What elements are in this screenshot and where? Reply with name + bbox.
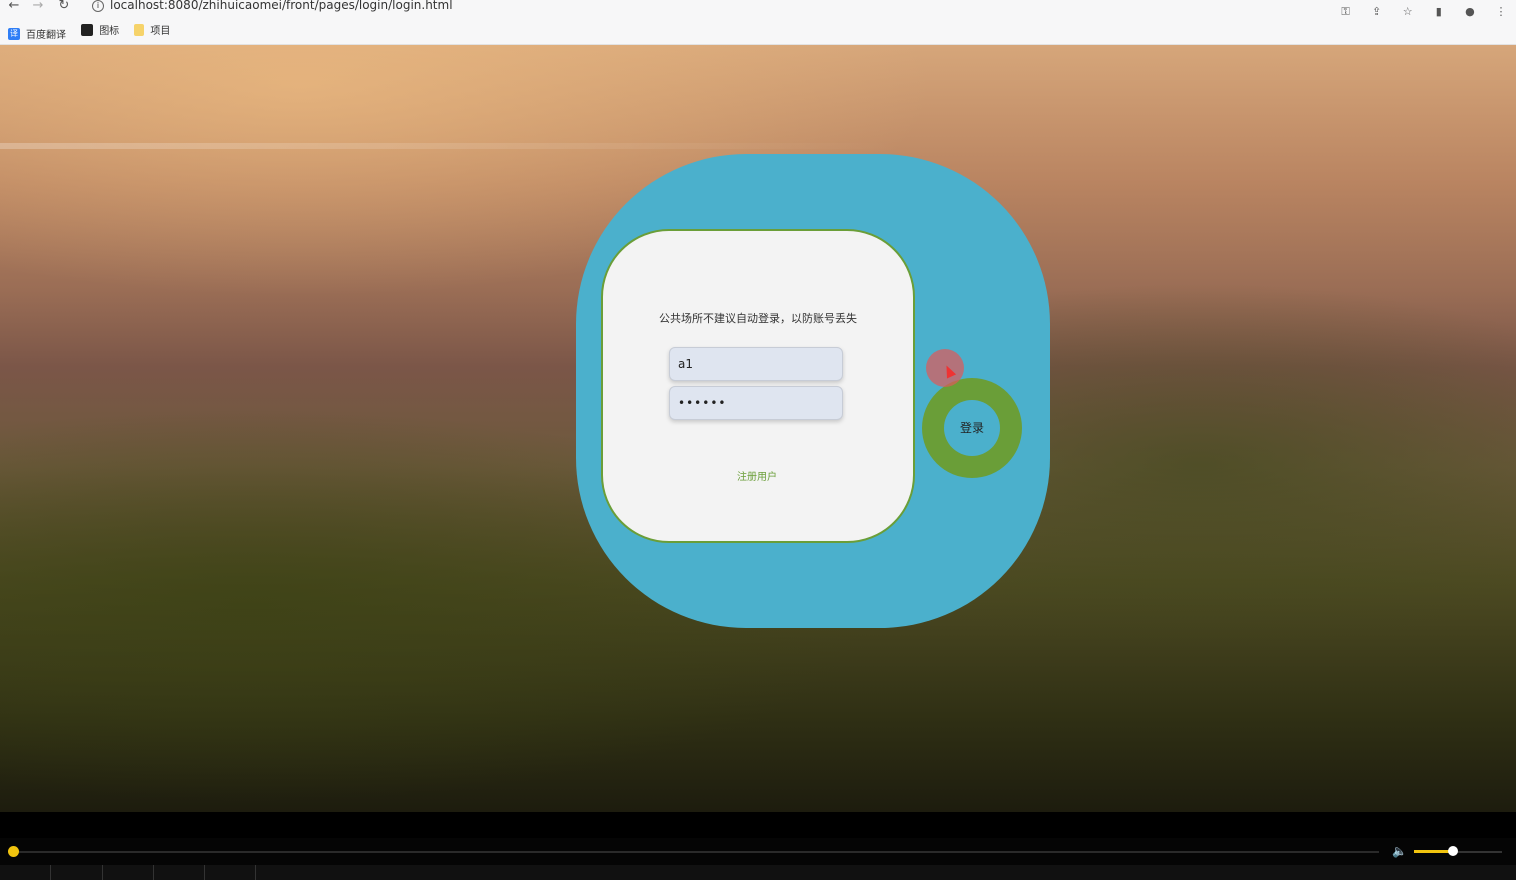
toolbar-right-icons: ⚿ ⇪ ☆ ▮ ● ⋮: [1329, 0, 1510, 18]
browser-toolbar: ← → ↻ i localhost:8080/zhihuicaomei/front…: [0, 0, 1516, 45]
control-divider: [255, 865, 256, 880]
forward-icon[interactable]: →: [30, 0, 46, 12]
share-icon[interactable]: ⇪: [1368, 6, 1386, 18]
back-icon[interactable]: ←: [6, 0, 22, 12]
bookmark-baidu-fanyi[interactable]: 译百度翻译: [8, 26, 66, 41]
volume-knob[interactable]: [1448, 846, 1458, 856]
menu-icon[interactable]: ⋮: [1492, 6, 1510, 18]
folder-icon: [134, 23, 145, 36]
player-controls-strip: [0, 865, 1516, 880]
profile-icon[interactable]: ●: [1461, 6, 1479, 18]
control-divider: [102, 865, 103, 880]
username-input[interactable]: [669, 347, 843, 381]
video-player-bar: 🔈: [0, 812, 1516, 880]
bookmark-xiangmu[interactable]: 项目: [134, 22, 170, 37]
login-button[interactable]: 登录: [944, 400, 1000, 456]
bookmarks-bar: 译百度翻译 图标 项目: [8, 22, 182, 41]
volume-icon[interactable]: 🔈: [1392, 844, 1408, 858]
seek-bar[interactable]: [13, 851, 1379, 853]
address-row: ← → ↻ i localhost:8080/zhihuicaomei/front…: [0, 0, 1516, 18]
control-divider: [50, 865, 51, 880]
control-divider: [153, 865, 154, 880]
tubiao-icon: [81, 23, 94, 36]
bookmark-tubiao[interactable]: 图标: [81, 22, 119, 37]
star-icon[interactable]: ☆: [1399, 6, 1417, 18]
info-icon[interactable]: i: [92, 0, 104, 12]
bookmark-label: 百度翻译: [26, 30, 66, 41]
landscape-haze: [0, 143, 900, 149]
bookmark-label: 图标: [99, 26, 120, 37]
reload-icon[interactable]: ↻: [56, 0, 72, 12]
seek-knob[interactable]: [8, 846, 19, 857]
password-input[interactable]: [669, 386, 843, 420]
url-bar[interactable]: i localhost:8080/zhihuicaomei/front/pages…: [92, 0, 453, 12]
sidebar-icon[interactable]: ▮: [1430, 6, 1448, 18]
player-spacer: [0, 812, 1516, 838]
register-link[interactable]: 注册用户: [701, 468, 813, 483]
bookmark-label: 项目: [150, 26, 171, 37]
control-divider: [204, 865, 205, 880]
baidu-fanyi-icon: 译: [8, 27, 20, 40]
url-text: localhost:8080/zhihuicaomei/front/pages/…: [110, 0, 453, 12]
key-icon[interactable]: ⚿: [1337, 6, 1355, 18]
login-notice: 公共场所不建议自动登录，以防账号丢失: [659, 312, 857, 325]
